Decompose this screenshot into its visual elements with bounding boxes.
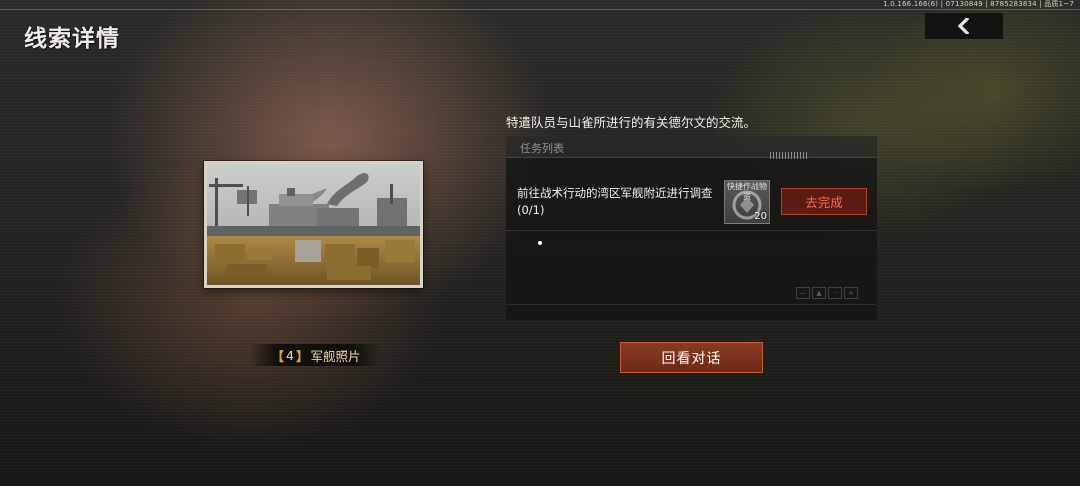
task-list-header: 任务列表 (506, 137, 877, 158)
clue-description: 特遣队员与山雀所进行的有关德尔文的交流。 (506, 115, 757, 130)
clue-title: 【 4 】 军舰照片 (250, 344, 380, 366)
clue-photo-frame (204, 161, 423, 288)
clue-bracket-close: 】 (295, 348, 309, 364)
task-list-title: 任务列表 (520, 142, 564, 155)
warship-photo (207, 164, 420, 285)
task-description: 前往战术行动的湾区军舰附近进行调查(0/1) (517, 186, 713, 217)
task-list-panel: 任务列表 前往战术行动的湾区军舰附近进行调查(0/1) 快捷作战物资 20 去完… (506, 136, 877, 320)
clue-name: 军舰照片 (310, 348, 361, 364)
top-divider (0, 9, 1080, 10)
task-divider (506, 230, 877, 231)
decor-icon-strip: — ▲ ·· + (796, 287, 858, 299)
chevron-left-icon (957, 18, 970, 34)
go-complete-button[interactable]: 去完成 (781, 188, 867, 215)
dots-icon: ·· (828, 287, 842, 299)
clue-bracket-open: 【 (271, 348, 285, 364)
task-bottom-divider (506, 304, 877, 305)
reward-name: 快捷作战物资 (727, 182, 767, 201)
back-button[interactable] (925, 13, 1003, 39)
barcode-decoration (770, 152, 808, 159)
clue-number: 4 (286, 347, 294, 363)
review-dialogue-button[interactable]: 回看对话 (620, 342, 763, 373)
page-title: 线索详情 (24, 26, 120, 52)
triangle-icon: ▲ (812, 287, 826, 299)
bullet-dot (538, 241, 542, 245)
minus-icon: — (796, 287, 810, 299)
reward-count: 20 (754, 211, 767, 222)
reward-item[interactable]: 快捷作战物资 20 (724, 180, 770, 224)
build-info: 1.0.166.166(6) | 07130849 | 8785283834 |… (883, 0, 1074, 8)
plus-icon: + (844, 287, 858, 299)
